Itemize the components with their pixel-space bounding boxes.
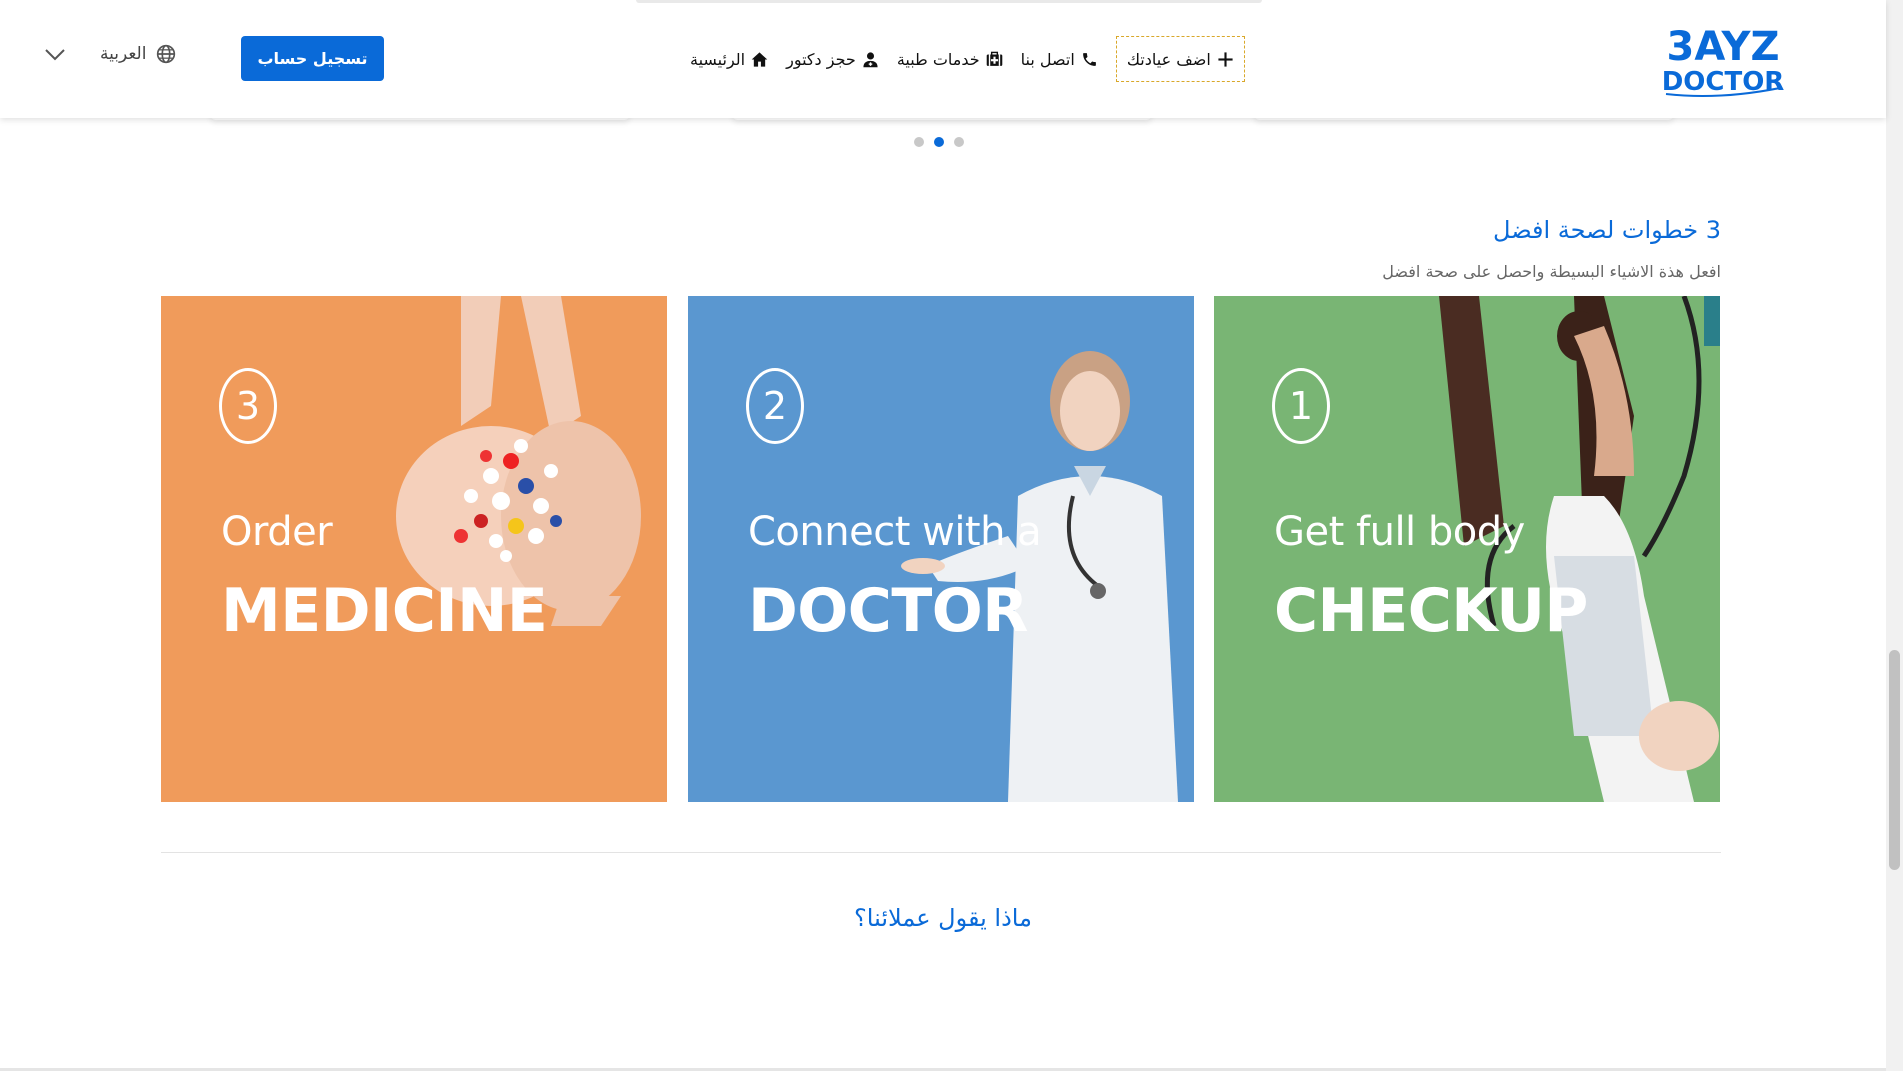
step-line-2: DOCTOR xyxy=(748,576,1028,646)
carousel-dot[interactable] xyxy=(914,137,924,147)
language-selector[interactable]: العربية xyxy=(100,44,176,64)
carousel-dots xyxy=(914,137,964,147)
logo-line-1: 3AYZ xyxy=(1667,24,1780,70)
step-line-2: MEDICINE xyxy=(221,576,548,646)
nav-item-label: خدمات طبية xyxy=(896,49,980,69)
step-line-1: Order xyxy=(221,509,333,555)
globe-icon xyxy=(157,44,176,64)
steps-section-subtitle: افعل هذة الاشياء البسيطة واحصل على صحة ا… xyxy=(1382,262,1721,281)
doctor-icon xyxy=(863,51,878,67)
step-card-checkup[interactable]: 1 Get full body CHECKUP xyxy=(1214,296,1720,802)
step-number: 1 xyxy=(1272,368,1330,444)
testimonials-title: ماذا يقول عملائنا؟ xyxy=(854,904,1032,932)
nav-item-home[interactable]: الرئيسية xyxy=(690,50,768,69)
step-number: 2 xyxy=(746,368,804,444)
nav-item-add-clinic[interactable]: اضف عيادتك xyxy=(1115,36,1245,82)
header-top-strip xyxy=(636,0,1262,3)
chevron-down-icon[interactable] xyxy=(44,48,66,62)
step-line-1: Get full body xyxy=(1274,509,1525,555)
plus-icon xyxy=(1218,51,1233,67)
nav-item-label: الرئيسية xyxy=(690,49,746,69)
scrollbar-thumb[interactable] xyxy=(1889,650,1900,870)
nav-item-label: حجز دكتور xyxy=(786,49,856,69)
step-card-medicine[interactable]: 3 Order MEDICINE xyxy=(161,296,667,802)
site-header: 3AYZ DOCTOR الرئيسية حجز دكتور خدمات طبي… xyxy=(0,0,1886,118)
step-line-1: Connect with a xyxy=(748,509,1042,555)
nav-item-book-doctor[interactable]: حجز دكتور xyxy=(786,50,879,69)
language-label: العربية xyxy=(100,44,147,64)
medical-kit-icon xyxy=(986,51,1002,66)
step-line-2: CHECKUP xyxy=(1274,576,1588,646)
main-nav: الرئيسية حجز دكتور خدمات طبية اتصل بنا ا… xyxy=(690,36,1245,82)
carousel-dot[interactable] xyxy=(954,137,964,147)
step-number: 3 xyxy=(219,368,277,444)
register-button[interactable]: تسجيل حساب xyxy=(241,36,384,81)
page-scrollbar[interactable] xyxy=(1886,0,1903,1071)
nav-item-contact[interactable]: اتصل بنا xyxy=(1021,50,1098,69)
nav-item-label: اتصل بنا xyxy=(1020,49,1075,69)
steps-section-title: 3 خطوات لصحة افضل xyxy=(1493,216,1721,244)
brand-logo[interactable]: 3AYZ DOCTOR xyxy=(1660,24,1786,98)
home-icon xyxy=(751,51,768,67)
step-card-doctor[interactable]: 2 Connect with a DOCTOR xyxy=(688,296,1194,802)
nav-item-medical-services[interactable]: خدمات طبية xyxy=(897,50,1003,69)
section-divider xyxy=(161,852,1721,853)
carousel-dot-active[interactable] xyxy=(934,137,944,147)
phone-icon xyxy=(1082,52,1096,66)
logo-line-2: DOCTOR xyxy=(1662,67,1785,97)
nav-item-label: اضف عيادتك xyxy=(1126,49,1211,69)
